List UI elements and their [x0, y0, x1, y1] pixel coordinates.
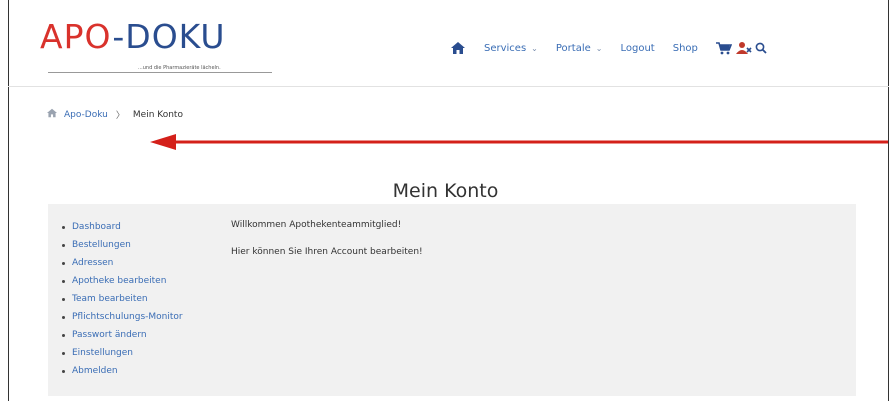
account-nav-label: Team bearbeiten	[72, 294, 148, 304]
chevron-right-icon: 〉	[115, 111, 125, 121]
bullet	[62, 333, 65, 337]
home-icon[interactable]	[46, 108, 58, 121]
nav-services-label: Services	[484, 42, 527, 54]
bullet	[62, 351, 65, 355]
nav-portale-label: Portale	[555, 42, 591, 54]
header-divider	[8, 86, 889, 87]
account-nav-bestellungen[interactable]: Bestellungen	[62, 236, 183, 254]
breadcrumb-current: Mein Konto	[132, 109, 183, 120]
account-nav-label: Apotheke bearbeiten	[72, 276, 167, 286]
breadcrumb: Apo-Doku 〉 Mein Konto	[46, 108, 183, 121]
breadcrumb-home-link[interactable]: Apo-Doku	[64, 110, 108, 120]
account-nav-label: Abmelden	[72, 366, 118, 376]
account-nav-label: Passwort ändern	[72, 330, 147, 340]
nav-item-portale[interactable]: Portale ⌄	[556, 43, 603, 54]
account-nav-adressen[interactable]: Adressen	[62, 254, 183, 272]
logo-underline	[48, 72, 272, 73]
account-panel: Dashboard Bestellungen Adressen Apotheke…	[48, 204, 856, 396]
logo-dash: -	[112, 17, 126, 56]
bullet	[62, 225, 65, 229]
account-nav-label: Bestellungen	[72, 240, 131, 250]
logo-part-apo: APO	[40, 17, 113, 56]
bullet	[62, 243, 65, 247]
site-logo[interactable]: APO-DOKU ...und die Pharmazieräte lächel…	[40, 20, 272, 73]
cart-icon[interactable]	[715, 41, 732, 55]
bullet	[62, 369, 65, 373]
account-navigation: Dashboard Bestellungen Adressen Apotheke…	[62, 218, 183, 380]
search-icon[interactable]	[755, 42, 767, 54]
account-nav-pflichtschulungs-monitor[interactable]: Pflichtschulungs-Monitor	[62, 308, 183, 326]
bullet	[62, 315, 65, 319]
logo-wordmark: APO-DOKU	[40, 20, 226, 54]
user-x-icon[interactable]	[735, 41, 752, 55]
logo-part-doku: DOKU	[125, 17, 226, 56]
account-nav-abmelden[interactable]: Abmelden	[62, 362, 183, 380]
account-nav-team-bearbeiten[interactable]: Team bearbeiten	[62, 290, 183, 308]
main-nav: Services ⌄ Portale ⌄ Logout Shop	[450, 38, 785, 58]
bullet	[62, 261, 65, 265]
account-nav-label: Adressen	[72, 258, 114, 268]
account-nav-passwort-aendern[interactable]: Passwort ändern	[62, 326, 183, 344]
chevron-down-icon: ⌄	[531, 43, 538, 53]
bullet	[62, 279, 65, 283]
account-nav-dashboard[interactable]: Dashboard	[62, 218, 183, 236]
account-nav-label: Einstellungen	[72, 348, 134, 358]
home-icon[interactable]	[450, 41, 466, 55]
account-nav-einstellungen[interactable]: Einstellungen	[62, 344, 183, 362]
account-nav-apotheke-bearbeiten[interactable]: Apotheke bearbeiten	[62, 272, 183, 290]
nav-item-logout[interactable]: Logout	[620, 43, 654, 54]
welcome-message: Willkommen Apothekenteammitglied!	[231, 220, 402, 230]
account-nav-label: Pflichtschulungs-Monitor	[72, 312, 183, 322]
nav-item-services[interactable]: Services ⌄	[484, 43, 538, 54]
page-title: Mein Konto	[392, 179, 499, 202]
account-nav-label: Dashboard	[72, 222, 121, 232]
nav-item-shop[interactable]: Shop	[673, 43, 698, 54]
account-hint: Hier können Sie Ihren Account bearbeiten…	[231, 247, 423, 257]
logo-tagline: ...und die Pharmazieräte lächeln.	[138, 65, 221, 71]
bullet	[62, 297, 65, 301]
annotation-arrow	[150, 132, 890, 156]
chevron-down-icon: ⌄	[595, 43, 603, 53]
